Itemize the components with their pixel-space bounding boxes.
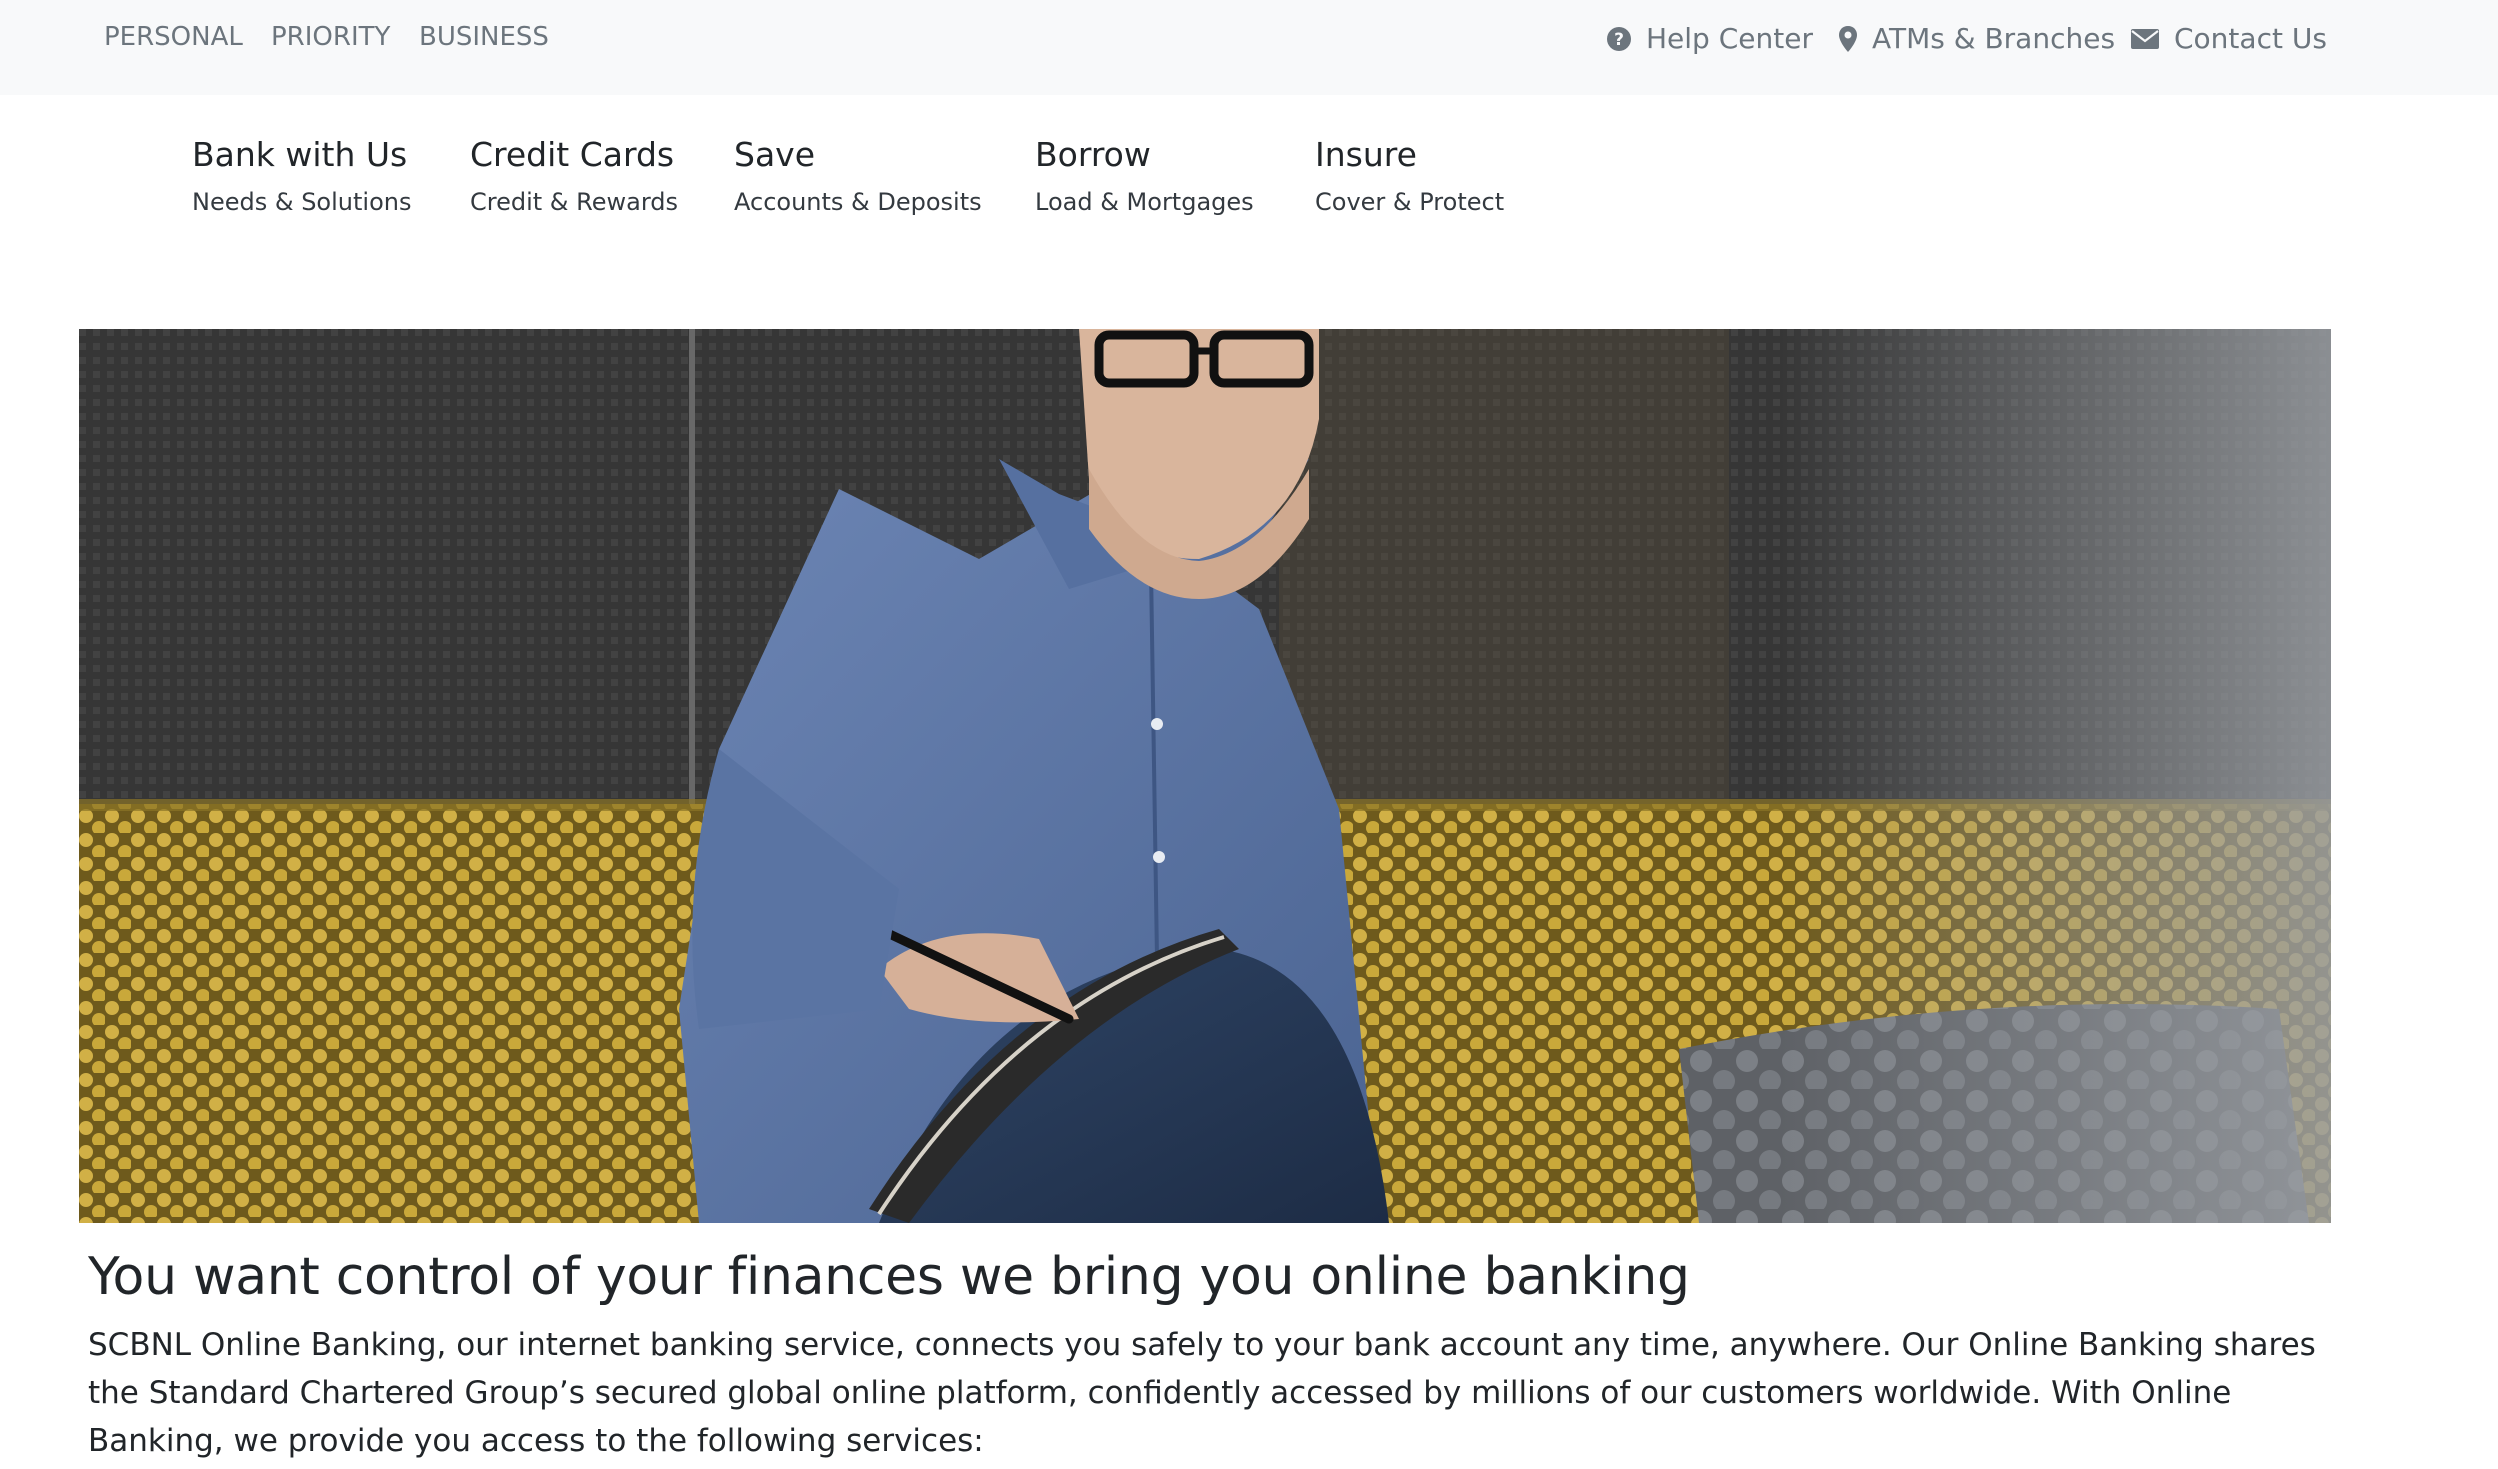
nav-subtitle: Credit & Rewards (470, 188, 679, 216)
segment-priority-link[interactable]: PRIORITY (271, 22, 390, 52)
svg-text:?: ? (1614, 30, 1624, 50)
hero-illustration (79, 329, 2331, 1223)
nav-subtitle: Accounts & Deposits (734, 188, 982, 216)
intro-paragraph: SCBNL Online Banking, our internet banki… (88, 1327, 2316, 1459)
top-bar: PERSONAL PRIORITY BUSINESS ? Help Center… (0, 0, 2498, 95)
contact-us-label: Contact Us (2174, 22, 2327, 55)
nav-borrow[interactable]: Borrow Load & Mortgages (1035, 135, 1254, 217)
map-marker-icon (1838, 25, 1858, 53)
help-center-label: Help Center (1646, 22, 1813, 55)
segment-personal-link[interactable]: PERSONAL (104, 22, 243, 52)
nav-insure[interactable]: Insure Cover & Protect (1315, 135, 1504, 217)
nav-title: Credit Cards (470, 135, 675, 174)
nav-save[interactable]: Save Accounts & Deposits (734, 135, 982, 217)
hero-image (79, 329, 2331, 1223)
main-navigation: Bank with Us Needs & Solutions Credit Ca… (0, 135, 2498, 245)
atms-branches-link[interactable]: ATMs & Branches (1838, 22, 2115, 55)
nav-subtitle: Load & Mortgages (1035, 188, 1254, 216)
help-center-link[interactable]: ? Help Center (1606, 22, 1813, 55)
nav-bank-with-us[interactable]: Bank with Us Needs & Solutions (192, 135, 411, 217)
nav-title: Save (734, 135, 816, 174)
segment-business-link[interactable]: BUSINESS (419, 22, 549, 52)
nav-title: Bank with Us (192, 135, 408, 174)
question-circle-icon: ? (1606, 26, 1632, 52)
nav-subtitle: Needs & Solutions (192, 188, 412, 216)
contact-us-link[interactable]: Contact Us (2130, 22, 2327, 55)
nav-title: Borrow (1035, 135, 1151, 174)
nav-credit-cards[interactable]: Credit Cards Credit & Rewards (470, 135, 678, 217)
envelope-icon (2130, 27, 2160, 51)
page-headline: You want control of your finances we bri… (88, 1247, 1690, 1307)
nav-subtitle: Cover & Protect (1315, 188, 1505, 216)
atms-branches-label: ATMs & Branches (1872, 22, 2116, 55)
nav-title: Insure (1315, 135, 1417, 174)
